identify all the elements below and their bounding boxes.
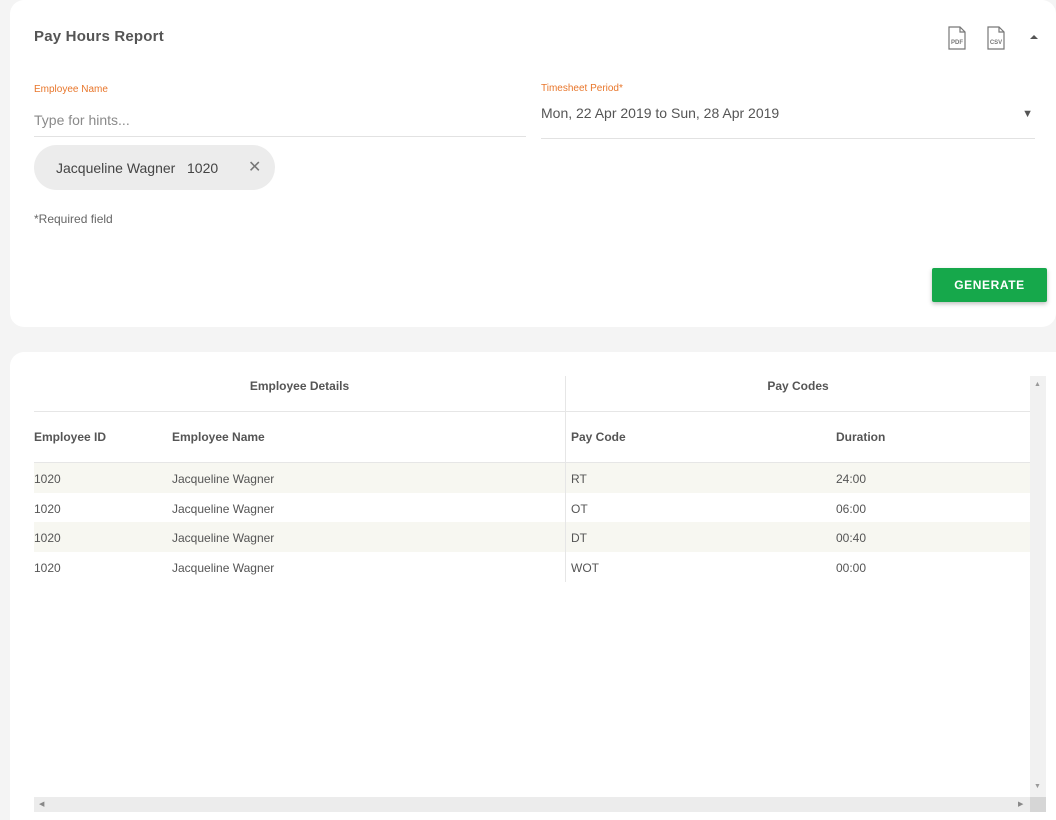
pay-hours-table: Employee Details Pay Codes Employee ID E… <box>34 376 1030 582</box>
scroll-right-icon[interactable]: ▶ <box>1018 800 1023 808</box>
dropdown-arrow-icon: ▼ <box>1022 108 1033 120</box>
timesheet-period-label: Timesheet Period* <box>541 83 623 94</box>
selected-employee-chip: Jacqueline Wagner 1020 ✕ <box>34 145 275 190</box>
chip-employee-name: Jacqueline Wagner <box>56 160 176 176</box>
employee-name-input[interactable] <box>34 104 526 137</box>
cell-employee-id: 1020 <box>34 561 61 575</box>
timesheet-period-value: Mon, 22 Apr 2019 to Sun, 28 Apr 2019 <box>541 105 780 121</box>
report-results-panel: Employee Details Pay Codes Employee ID E… <box>10 352 1056 820</box>
vertical-scrollbar[interactable]: ▲ ▼ <box>1030 376 1046 798</box>
header-divider <box>34 411 1030 412</box>
cell-duration: 24:00 <box>836 472 867 486</box>
cell-employee-name: Jacqueline Wagner <box>172 472 275 486</box>
timesheet-period-label-text: Timesheet Period <box>541 83 619 94</box>
cell-duration: 00:40 <box>836 531 867 545</box>
cell-employee-id: 1020 <box>34 472 61 486</box>
timesheet-period-select[interactable]: Mon, 22 Apr 2019 to Sun, 28 Apr 2019 ▼ <box>541 100 1035 139</box>
cell-duration: 00:00 <box>836 561 867 575</box>
cell-employee-name: Jacqueline Wagner <box>172 502 275 516</box>
required-asterisk: * <box>619 83 623 94</box>
scroll-down-icon[interactable]: ▼ <box>1034 783 1041 790</box>
cell-pay-code: DT <box>571 531 587 545</box>
csv-file-icon[interactable]: CSV <box>986 26 1006 50</box>
column-header-duration[interactable]: Duration <box>836 430 885 444</box>
table-row[interactable]: 1020 Jacqueline Wagner RT 24:00 <box>34 463 1030 493</box>
scroll-left-icon[interactable]: ◀ <box>39 800 44 808</box>
scroll-up-icon[interactable]: ▲ <box>1034 381 1041 388</box>
generate-button[interactable]: GENERATE <box>932 268 1047 302</box>
pdf-file-icon[interactable]: PDF <box>947 26 967 50</box>
cell-duration: 06:00 <box>836 502 867 516</box>
chip-employee-id: 1020 <box>187 160 219 176</box>
page-title: Pay Hours Report <box>34 28 164 45</box>
table-row[interactable]: 1020 Jacqueline Wagner WOT 00:00 <box>34 552 1030 582</box>
group-separator <box>565 376 566 582</box>
table-row[interactable]: 1020 Jacqueline Wagner OT 06:00 <box>34 493 1030 523</box>
cell-pay-code: OT <box>571 502 588 516</box>
group-header-pay-codes: Pay Codes <box>767 379 829 393</box>
report-parameters-panel: Pay Hours Report PDF CSV Employee Name T… <box>10 0 1056 327</box>
employee-name-label: Employee Name <box>34 84 108 95</box>
csv-icon-label: CSV <box>990 40 1002 46</box>
column-header-employee-name[interactable]: Employee Name <box>172 430 265 444</box>
cell-pay-code: RT <box>571 472 587 486</box>
required-field-note: *Required field <box>34 212 113 226</box>
table-row[interactable]: 1020 Jacqueline Wagner DT 00:40 <box>34 522 1030 552</box>
scrollbar-corner <box>1030 797 1046 812</box>
cell-employee-id: 1020 <box>34 502 61 516</box>
column-header-pay-code[interactable]: Pay Code <box>571 430 626 444</box>
cell-employee-id: 1020 <box>34 531 61 545</box>
remove-chip-icon[interactable]: ✕ <box>248 157 261 177</box>
cell-employee-name: Jacqueline Wagner <box>172 561 275 575</box>
cell-pay-code: WOT <box>571 561 599 575</box>
collapse-icon[interactable] <box>1028 32 1040 42</box>
cell-employee-name: Jacqueline Wagner <box>172 531 275 545</box>
column-header-employee-id[interactable]: Employee ID <box>34 430 106 444</box>
pdf-icon-label: PDF <box>951 40 963 46</box>
group-header-employee-details: Employee Details <box>249 379 350 393</box>
horizontal-scrollbar[interactable]: ◀ ▶ <box>34 797 1030 812</box>
